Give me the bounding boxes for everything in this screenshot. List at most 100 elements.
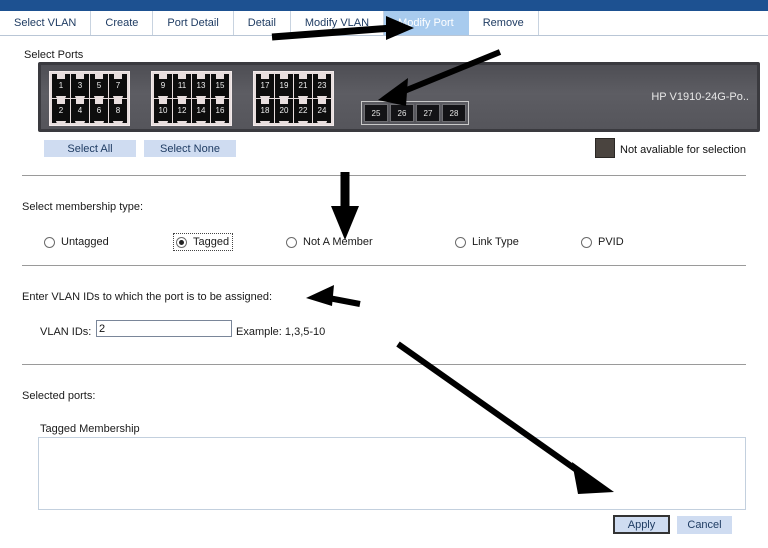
port-22-label: 22 xyxy=(298,106,308,115)
switch-port-panel: 1 3 5 7 2 4 6 8 9 11 13 15 10 12 14 16 1… xyxy=(38,62,760,132)
port-9-label: 9 xyxy=(160,81,166,90)
radio-untagged-label: Untagged xyxy=(61,236,109,248)
port-12[interactable]: 12 xyxy=(173,99,191,124)
radio-link-type-label: Link Type xyxy=(472,236,519,248)
port-row-bottom: 10 12 14 16 xyxy=(154,99,229,124)
port-row-top: 17 19 21 23 xyxy=(256,74,331,99)
tagged-membership-label: Tagged Membership xyxy=(40,423,140,435)
port-9[interactable]: 9 xyxy=(154,74,172,99)
port-row-top: 1 3 5 7 xyxy=(52,74,127,99)
select-ports-title: Select Ports xyxy=(24,49,84,61)
port-22[interactable]: 22 xyxy=(294,99,312,124)
port-24-label: 24 xyxy=(317,106,327,115)
radio-tagged-label: Tagged xyxy=(193,236,230,248)
port-15-label: 15 xyxy=(215,81,225,90)
tab-modify-vlan[interactable]: Modify VLAN xyxy=(290,11,385,35)
select-none-button[interactable]: Select None xyxy=(144,140,236,157)
port-11[interactable]: 11 xyxy=(173,74,191,99)
port-8-label: 8 xyxy=(115,106,121,115)
radio-tagged-icon xyxy=(176,236,187,248)
port-10-label: 10 xyxy=(158,106,168,115)
divider-ports xyxy=(22,175,746,176)
tab-bar-filler xyxy=(538,11,768,35)
tab-modify-port[interactable]: Modify Port xyxy=(384,11,469,35)
port-14[interactable]: 14 xyxy=(192,99,210,124)
port-5-label: 5 xyxy=(96,81,102,90)
port-24[interactable]: 24 xyxy=(313,99,331,124)
port-23[interactable]: 23 xyxy=(313,74,331,99)
port-7[interactable]: 7 xyxy=(109,74,127,99)
selected-ports-title: Selected ports: xyxy=(22,390,96,402)
divider-vlan xyxy=(22,364,746,365)
port-6-label: 6 xyxy=(96,106,102,115)
port-13[interactable]: 13 xyxy=(192,74,210,99)
radio-not-a-member-icon xyxy=(286,236,297,248)
port-12-label: 12 xyxy=(177,106,187,115)
port-19-label: 19 xyxy=(279,81,289,90)
port-17[interactable]: 17 xyxy=(256,74,274,99)
port-group-1: 1 3 5 7 2 4 6 8 xyxy=(49,71,130,126)
arrow-to-tagged-radio xyxy=(331,172,359,240)
port-20-label: 20 xyxy=(279,106,289,115)
port-16[interactable]: 16 xyxy=(211,99,229,124)
port-10[interactable]: 10 xyxy=(154,99,172,124)
port-row-top: 9 11 13 15 xyxy=(154,74,229,99)
vlan-ids-label: VLAN IDs: xyxy=(40,326,92,338)
port-group-2: 9 11 13 15 10 12 14 16 xyxy=(151,71,232,126)
radio-pvid-label: PVID xyxy=(598,236,624,248)
port-28[interactable]: 28 xyxy=(442,104,466,122)
tab-select-vlan[interactable]: Select VLAN xyxy=(0,11,92,35)
radio-link-type[interactable]: Link Type xyxy=(455,236,519,248)
port-25[interactable]: 25 xyxy=(364,104,388,122)
port-15[interactable]: 15 xyxy=(211,74,229,99)
port-18-label: 18 xyxy=(260,106,270,115)
port-14-label: 14 xyxy=(196,106,206,115)
port-2-label: 2 xyxy=(58,106,64,115)
apply-button[interactable]: Apply xyxy=(613,515,670,534)
tab-remove[interactable]: Remove xyxy=(468,11,539,35)
port-21[interactable]: 21 xyxy=(294,74,312,99)
port-1-label: 1 xyxy=(58,81,64,90)
tab-detail[interactable]: Detail xyxy=(233,11,291,35)
port-21-label: 21 xyxy=(298,81,308,90)
port-19[interactable]: 19 xyxy=(275,74,293,99)
radio-not-a-member-label: Not A Member xyxy=(303,236,373,248)
radio-pvid[interactable]: PVID xyxy=(581,236,624,248)
port-18[interactable]: 18 xyxy=(256,99,274,124)
membership-type-title: Select membership type: xyxy=(22,201,144,213)
port-23-label: 23 xyxy=(317,81,327,90)
cancel-button[interactable]: Cancel xyxy=(677,516,732,534)
port-1[interactable]: 1 xyxy=(52,74,70,99)
vlan-example-hint: Example: 1,3,5-10 xyxy=(236,326,326,338)
port-group-3: 17 19 21 23 18 20 22 24 xyxy=(253,71,334,126)
divider-membership xyxy=(22,265,746,266)
port-7-label: 7 xyxy=(115,81,121,90)
vlan-ids-input[interactable] xyxy=(96,320,232,337)
tagged-membership-box[interactable] xyxy=(38,437,746,510)
port-27[interactable]: 27 xyxy=(416,104,440,122)
radio-link-type-icon xyxy=(455,236,466,248)
port-4[interactable]: 4 xyxy=(71,99,89,124)
not-available-legend-swatch xyxy=(595,138,615,158)
port-20[interactable]: 20 xyxy=(275,99,293,124)
port-8[interactable]: 8 xyxy=(109,99,127,124)
port-3[interactable]: 3 xyxy=(71,74,89,99)
radio-tagged[interactable]: Tagged xyxy=(172,233,234,251)
radio-pvid-icon xyxy=(581,236,592,248)
tab-create[interactable]: Create xyxy=(91,11,154,35)
radio-untagged[interactable]: Untagged xyxy=(44,236,109,248)
port-6[interactable]: 6 xyxy=(90,99,108,124)
port-row-bottom: 2 4 6 8 xyxy=(52,99,127,124)
port-26[interactable]: 26 xyxy=(390,104,414,122)
top-blue-band xyxy=(0,0,768,11)
port-11-label: 11 xyxy=(177,81,187,90)
port-row-bottom: 18 20 22 24 xyxy=(256,99,331,124)
port-16-label: 16 xyxy=(215,106,225,115)
radio-not-a-member[interactable]: Not A Member xyxy=(286,236,373,248)
vlan-instruction: Enter VLAN IDs to which the port is to b… xyxy=(22,291,273,303)
tab-port-detail[interactable]: Port Detail xyxy=(153,11,234,35)
select-all-button[interactable]: Select All xyxy=(44,140,136,157)
port-17-label: 17 xyxy=(260,81,270,90)
port-2[interactable]: 2 xyxy=(52,99,70,124)
port-5[interactable]: 5 xyxy=(90,74,108,99)
